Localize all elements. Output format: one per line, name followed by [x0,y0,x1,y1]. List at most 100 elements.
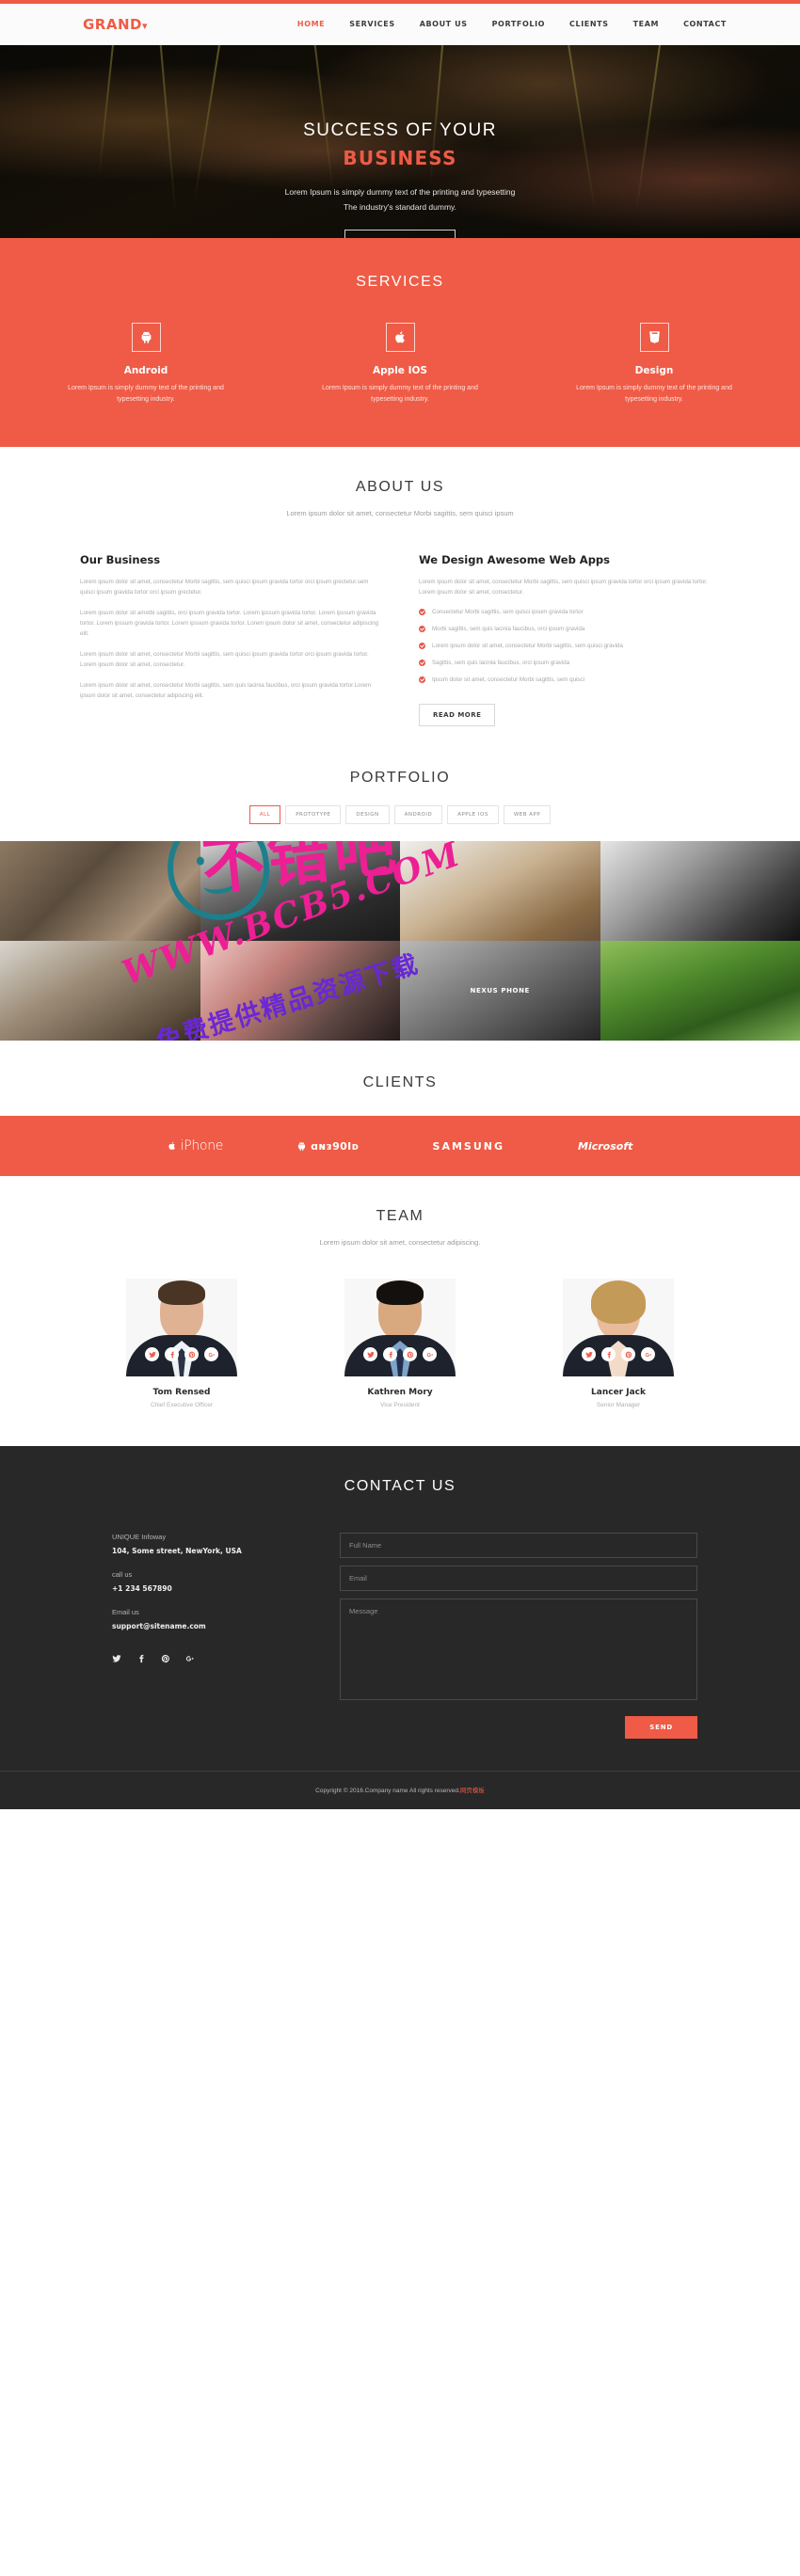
message-textarea[interactable] [340,1598,697,1700]
portfolio-tile[interactable] [400,841,600,941]
check-circle-icon [419,608,425,615]
team-section: TEAM Lorem ipsum dolor sit amet, consect… [0,1176,800,1446]
avatar [563,1279,674,1376]
twitter-icon[interactable] [112,1651,121,1668]
about-right-column: We Design Awesome Web Apps Lorem ipsum d… [419,553,720,726]
filter-prototype[interactable]: PROTOTYPE [285,805,342,824]
nav-item-clients[interactable]: CLIENTS [569,20,609,28]
call-us-label: call us [112,1570,133,1579]
service-name: Android [123,365,168,376]
about-subtitle: Lorem ipsum dolor sit amet, consectetur … [286,509,514,517]
team-member-card[interactable]: Lancer Jack Senior Manager [544,1279,693,1408]
hero-grass-decor [565,45,597,213]
portfolio-tile[interactable]: NEXUS PHONE [400,941,600,1041]
team-row: Tom Rensed Chief Executive Officer Kathr… [0,1279,800,1408]
about-title: ABOUT US [355,479,445,495]
nav-item-portfolio[interactable]: PORTFOLIO [492,20,545,28]
twitter-icon[interactable] [582,1347,596,1361]
facebook-icon[interactable] [383,1347,397,1361]
team-social-row [126,1347,237,1361]
hero-grass-decor [193,45,220,204]
service-desc: Lorem Ipsum is simply dummy text of the … [576,385,732,403]
portfolio-tile[interactable] [200,841,400,941]
client-logo-iphone[interactable]: iPhone [168,1138,223,1153]
filter-all[interactable]: ALL [248,805,281,824]
twitter-icon[interactable] [363,1347,377,1361]
portfolio-tile[interactable] [200,941,400,1041]
contact-form: SEND [340,1533,720,1739]
find-out-more-button[interactable]: FIND OUT MORE [344,230,456,238]
googleplus-icon[interactable] [185,1651,195,1668]
services-title: SERVICES [356,274,444,290]
client-logo-microsoft[interactable]: Microsoft [578,1140,632,1153]
portfolio-tile[interactable] [600,841,800,941]
service-card-design[interactable]: Design Lorem Ipsum is simply dummy text … [569,323,739,405]
avatar [126,1279,237,1376]
service-name: Design [634,365,674,376]
bullet-text: Ipsum dolor sit amet, consectetur Morbi … [432,676,584,683]
check-circle-icon [419,659,425,666]
portfolio-grid: NEXUS PHONE 不错吧 WWW.BCB5.COM 免费提供精品资源下载 [0,841,800,1041]
contact-title: CONTACT US [344,1478,456,1494]
facebook-icon[interactable] [601,1347,616,1361]
hero-subtitle-line1: Lorem Ipsum is simply dummy text of the … [284,187,516,197]
company-label: UNIQUE Infoway [112,1533,167,1541]
bullet-text: Sagittis, sem quis lacinia faucibus, orc… [432,660,570,666]
twitter-icon[interactable] [145,1347,159,1361]
team-member-name: Tom Rensed [152,1388,211,1397]
pinterest-icon[interactable] [184,1347,199,1361]
about-columns: Our Business Lorem ipsum dolor sit amet,… [80,553,720,726]
team-member-card[interactable]: Tom Rensed Chief Executive Officer [107,1279,256,1408]
nav-item-team[interactable]: TEAM [633,20,659,28]
portfolio-tile[interactable] [0,941,200,1041]
about-left-p4: Lorem ipsum dolor sit amet, consectetur … [80,682,372,699]
about-left-p3: Lorem ipsum dolor sit amet, consectetur … [80,651,369,668]
filter-android[interactable]: ANDROID [393,805,443,824]
team-member-role: Senior Manager [596,1402,641,1408]
googleplus-icon[interactable] [423,1347,437,1361]
portfolio-tile[interactable] [600,941,800,1041]
full-name-input[interactable] [340,1533,697,1558]
filter-apple-ios[interactable]: APPLE IOS [447,805,499,824]
send-button[interactable]: SEND [625,1716,697,1739]
service-card-apple-ios[interactable]: Apple IOS Lorem Ipsum is simply dummy te… [315,323,485,405]
pinterest-icon[interactable] [161,1651,170,1668]
team-subtitle: Lorem ipsum dolor sit amet, consectetur … [319,1238,481,1247]
pinterest-icon[interactable] [621,1347,635,1361]
hero-subtitle-line2: The industry's standard dummy. [343,202,457,212]
portfolio-tile[interactable] [0,841,200,941]
list-item: Lorem ipsum dolor sit amet, consectetur … [419,642,720,651]
filter-design[interactable]: DESIGN [345,805,390,824]
portfolio-tile-label: NEXUS PHONE [470,987,530,994]
nav-item-services[interactable]: SERVICES [349,20,394,28]
apple-icon [394,331,405,343]
googleplus-icon[interactable] [641,1347,655,1361]
nav-item-home[interactable]: HOME [297,20,325,28]
read-more-button[interactable]: READ MORE [419,704,496,726]
team-member-card[interactable]: Kathren Mory Vice President [326,1279,474,1408]
brand-dot-icon: ▾ [141,19,149,32]
hero-title-line1: SUCCESS OF YOUR [303,120,497,140]
team-social-row [563,1347,674,1361]
android-icon [141,331,151,343]
client-logo-label: ɑɴᴈ90Iᴅ [311,1139,360,1153]
clients-title: CLIENTS [362,1074,438,1090]
email-input[interactable] [340,1566,697,1591]
client-logo-samsung[interactable]: SAMSUNG [433,1140,504,1153]
bullet-text: Lorem ipsum dolor sit amet, consectetur … [432,643,623,649]
avatar-hair [158,1280,205,1305]
about-right-intro: Lorem ipsum dolor sit amet, consectetur … [419,579,708,596]
service-desc: Lorem Ipsum is simply dummy text of the … [322,385,478,403]
nav-item-contact[interactable]: CONTACT [683,20,727,28]
brand-logo[interactable]: GRAND▾ [83,16,148,33]
service-card-android[interactable]: Android Lorem Ipsum is simply dummy text… [61,323,231,405]
nav-item-about-us[interactable]: ABOUT US [420,20,468,28]
clients-section: CLIENTS [0,1041,800,1116]
googleplus-icon[interactable] [204,1347,218,1361]
filter-web-app[interactable]: WEB APP [503,805,552,824]
client-logo-android[interactable]: ɑɴᴈ90Iᴅ [296,1140,359,1153]
facebook-icon[interactable] [136,1651,146,1668]
check-circle-icon [419,625,425,632]
pinterest-icon[interactable] [403,1347,417,1361]
facebook-icon[interactable] [165,1347,179,1361]
